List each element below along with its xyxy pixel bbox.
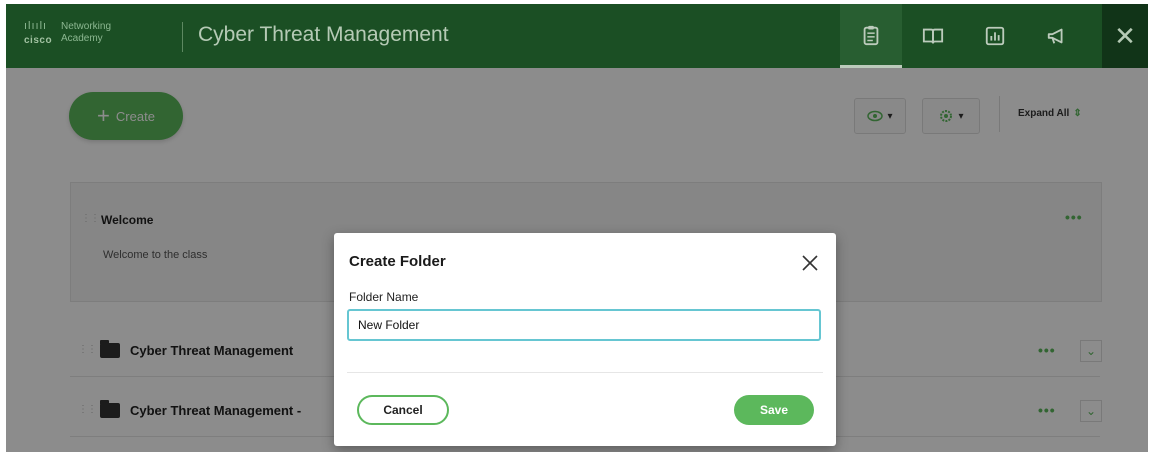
dialog-title: Create Folder	[349, 253, 446, 270]
create-folder-dialog: Create Folder Folder Name Cancel Save	[334, 233, 836, 446]
save-button[interactable]: Save	[734, 395, 814, 425]
header-dim	[6, 4, 1148, 68]
close-icon[interactable]	[796, 249, 824, 277]
dialog-divider	[347, 372, 823, 373]
right-border	[1148, 0, 1154, 452]
left-border	[0, 0, 6, 452]
close-x-icon	[802, 255, 818, 271]
folder-name-input[interactable]	[347, 309, 821, 341]
folder-name-label: Folder Name	[349, 290, 419, 304]
app-window: ılıılı cisco Networking Academy Cyber Th…	[0, 0, 1154, 452]
cancel-button[interactable]: Cancel	[357, 395, 449, 425]
